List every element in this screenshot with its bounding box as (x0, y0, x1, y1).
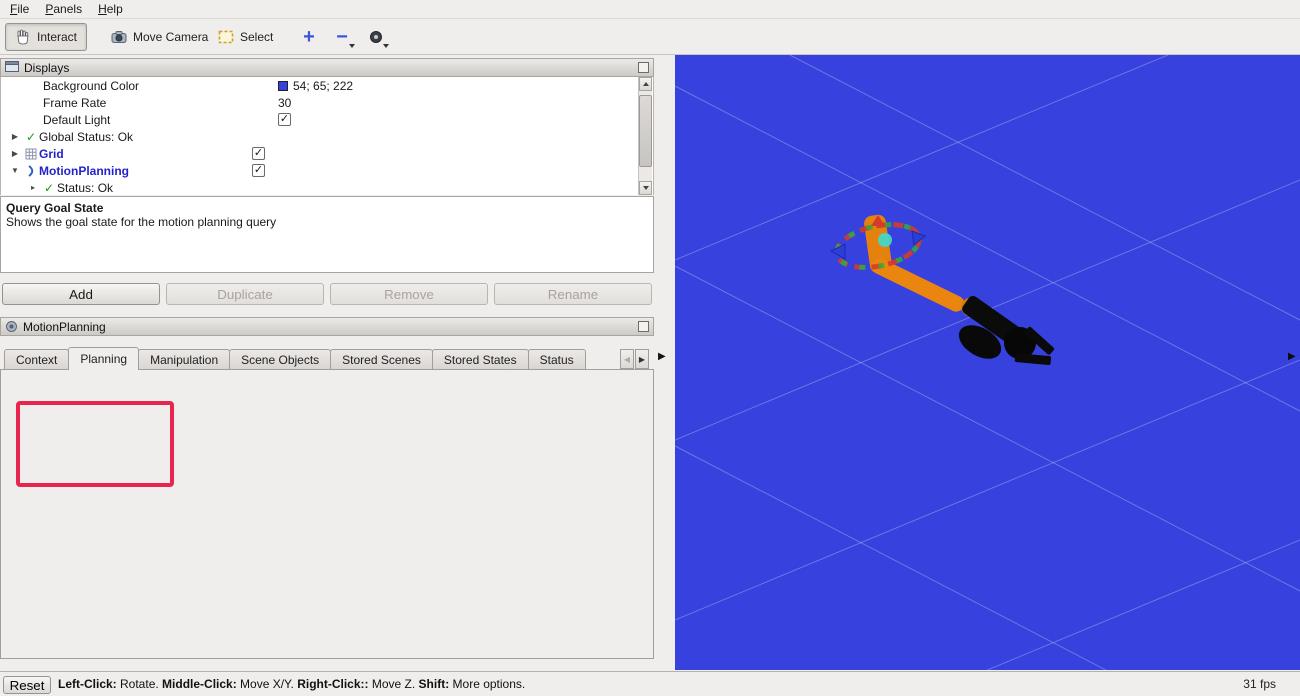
add-display-button[interactable]: Add (2, 283, 160, 305)
float-panel-button[interactable] (638, 321, 649, 332)
move-camera-tool-button[interactable]: Move Camera (101, 23, 218, 51)
float-panel-button[interactable] (638, 62, 649, 73)
toolbar: Interact Move Camera Select + − (0, 19, 1300, 55)
tab-context[interactable]: Context (4, 349, 69, 370)
status-ok-icon: ✓ (41, 181, 57, 195)
tab-scroll-right-button[interactable]: ▶ (635, 349, 649, 369)
tab-stored-states[interactable]: Stored States (432, 349, 529, 370)
color-swatch[interactable] (278, 81, 288, 91)
tree-row[interactable]: ▶ Grid ✓ (1, 145, 653, 162)
grid-display-icon (23, 148, 39, 160)
menu-panels[interactable]: Panels (37, 1, 90, 17)
chevron-down-icon (383, 44, 389, 48)
3d-viewport[interactable] (675, 55, 1300, 670)
tab-scene-objects[interactable]: Scene Objects (229, 349, 331, 370)
planning-tab-pane (0, 369, 654, 659)
tab-planning[interactable]: Planning (68, 347, 139, 370)
scrollbar-thumb[interactable] (639, 95, 652, 167)
display-panel-icon (5, 61, 19, 74)
displays-panel-titlebar[interactable]: Displays (0, 58, 654, 77)
status-label: Status: Ok (57, 181, 113, 195)
expander-icon[interactable]: ▸ (25, 183, 41, 192)
property-label: Background Color (1, 79, 278, 93)
fps-counter: 31 fps (1243, 677, 1276, 691)
display-enabled-checkbox[interactable]: ✓ (252, 164, 265, 177)
selection-box-icon (218, 29, 234, 45)
scroll-down-button[interactable] (639, 181, 652, 195)
remove-tool-button[interactable]: − (326, 23, 358, 51)
tab-status[interactable]: Status (528, 349, 586, 370)
expander-icon[interactable]: ▼ (7, 166, 23, 175)
motionplanning-tabbar: Context Planning Manipulation Scene Obje… (4, 347, 618, 370)
displays-tree: Background Color 54; 65; 222 Frame Rate … (0, 77, 654, 195)
displays-panel-title: Displays (24, 61, 69, 75)
property-value[interactable]: 54; 65; 222 (293, 79, 353, 93)
select-tool-button[interactable]: Select (208, 23, 283, 51)
select-tool-label: Select (240, 30, 273, 44)
tree-scrollbar[interactable] (638, 77, 652, 195)
dock-collapse-handle[interactable]: ▶ (1288, 351, 1296, 362)
plus-icon: + (303, 29, 315, 45)
tab-stored-scenes[interactable]: Stored Scenes (330, 349, 433, 370)
rename-display-button[interactable]: Rename (494, 283, 652, 305)
camera-icon (111, 29, 127, 45)
description-title: Query Goal State (6, 201, 648, 215)
reset-button[interactable]: Reset (3, 676, 51, 694)
tree-row[interactable]: Background Color 54; 65; 222 (1, 77, 653, 94)
interact-tool-button[interactable]: Interact (5, 23, 87, 51)
dock-collapse-handle[interactable]: ▶ (658, 351, 666, 362)
description-text: Shows the goal state for the motion plan… (6, 215, 648, 229)
minus-icon: − (336, 29, 348, 45)
tab-manipulation[interactable]: Manipulation (138, 349, 230, 370)
motionplanning-panel-title: MotionPlanning (23, 320, 106, 334)
display-name: MotionPlanning (39, 164, 252, 178)
tree-row[interactable]: ▸ ✓ Status: Ok (1, 179, 653, 195)
grid (675, 55, 1300, 670)
display-name: Grid (39, 147, 252, 161)
status-ok-icon: ✓ (23, 130, 39, 144)
remove-display-button[interactable]: Remove (330, 283, 488, 305)
hand-icon (15, 29, 31, 45)
chevron-down-icon (349, 44, 355, 48)
expander-icon[interactable]: ▶ (7, 132, 23, 141)
property-value[interactable]: 30 (278, 96, 291, 110)
tree-row[interactable]: ▼ MotionPlanning ✓ (1, 162, 653, 179)
duplicate-display-button[interactable]: Duplicate (166, 283, 324, 305)
tab-scroll-left-button[interactable]: ◀ (620, 349, 634, 369)
tree-row[interactable]: ▶ ✓ Global Status: Ok (1, 128, 653, 145)
robot-arm (863, 214, 1055, 366)
scroll-up-button[interactable] (639, 77, 652, 91)
property-label: Default Light (1, 113, 278, 127)
expander-icon[interactable]: ▶ (7, 149, 23, 158)
focus-icon (368, 29, 384, 45)
property-checkbox[interactable]: ✓ (278, 113, 291, 126)
mouse-help-text: Left-Click: Rotate. Middle-Click: Move X… (58, 677, 525, 691)
tree-row[interactable]: Default Light ✓ (1, 111, 653, 128)
menu-help[interactable]: Help (90, 1, 131, 17)
motionplanning-panel-titlebar[interactable]: MotionPlanning (0, 317, 654, 336)
move-camera-tool-label: Move Camera (133, 30, 208, 44)
motionplanning-panel-icon (5, 320, 18, 333)
statusbar: Reset Left-Click: Rotate. Middle-Click: … (0, 671, 1300, 696)
menu-file[interactable]: File (2, 1, 37, 17)
display-enabled-checkbox[interactable]: ✓ (252, 147, 265, 160)
status-label: Global Status: Ok (39, 130, 133, 144)
property-description-box: Query Goal State Shows the goal state fo… (0, 196, 654, 273)
tree-row[interactable]: Frame Rate 30 (1, 94, 653, 111)
motionplanning-display-icon (23, 165, 39, 177)
focus-camera-tool-button[interactable] (360, 23, 392, 51)
rviz-window: File Panels Help Interact Move Camera (0, 0, 1300, 696)
interact-tool-label: Interact (37, 30, 77, 44)
menubar: File Panels Help (0, 0, 1300, 19)
property-label: Frame Rate (1, 96, 278, 110)
add-tool-button[interactable]: + (294, 23, 324, 51)
